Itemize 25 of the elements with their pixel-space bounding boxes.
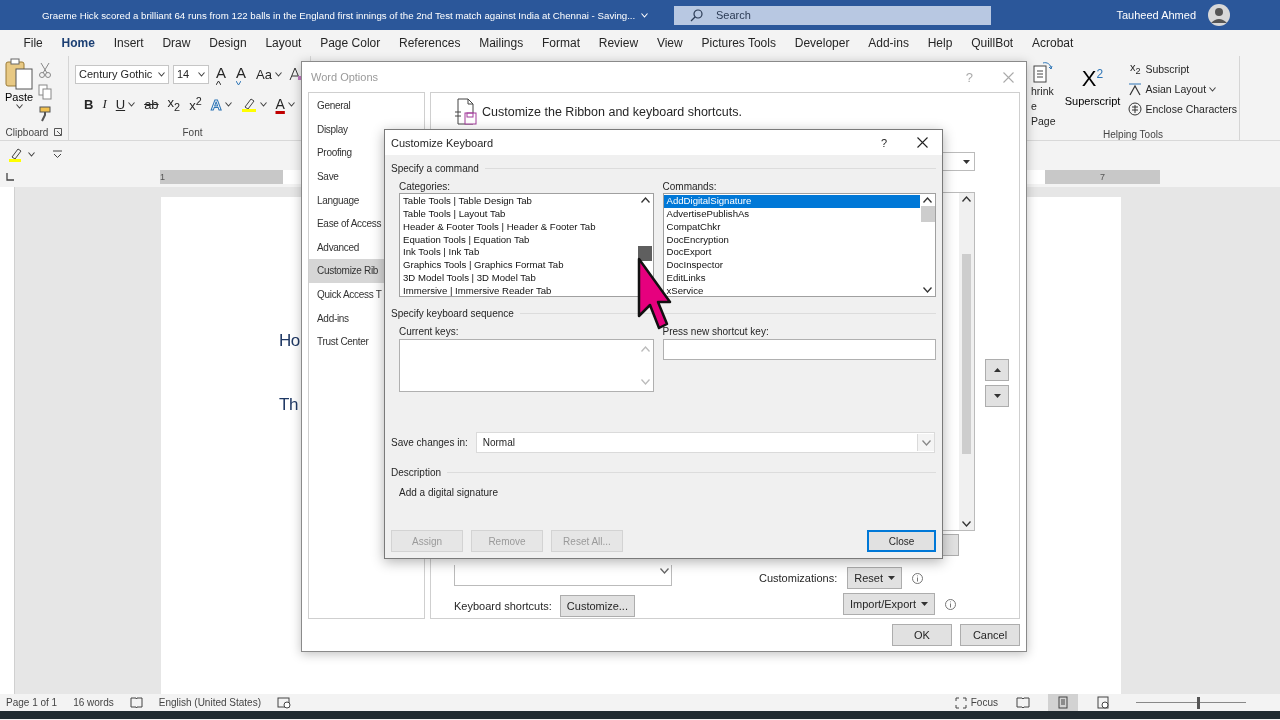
section-title: Description — [391, 466, 442, 478]
button-label: e Page — [1031, 99, 1057, 129]
section-title: Specify a command — [391, 162, 479, 174]
button-label: hrink — [1031, 84, 1054, 99]
field-label: Customizations: — [759, 572, 838, 584]
document-text: Th — [279, 395, 298, 415]
field-label: Commands: — [662, 180, 718, 192]
ruler-number: 7 — [1100, 172, 1105, 182]
field-label: Current keys: — [399, 325, 460, 337]
field-label: Keyboard shortcuts: — [454, 600, 552, 612]
dialog-title: Word Options — [311, 71, 379, 83]
section-title: Specify keyboard sequence — [391, 307, 514, 319]
field-label: Save changes in: — [391, 437, 468, 448]
field-label: Categories: — [399, 180, 452, 192]
section-heading: Customize the Ribbon and keyboard shortcuts. — [482, 105, 742, 119]
description-text: Add a digital signature — [398, 487, 499, 498]
group-label: Font — [182, 126, 203, 138]
dialog-title: Customize Keyboard — [391, 136, 494, 149]
field-label: Press new shortcut key: — [662, 325, 770, 337]
document-text: Ho — [279, 331, 300, 351]
ruler-number: 1 — [160, 172, 165, 182]
group-label: Clipboard — [5, 126, 49, 138]
group-label: Helping Tools — [1103, 129, 1163, 140]
user-name: Tauheed Ahmed — [1116, 9, 1196, 21]
document-title: Graeme Hick scored a brilliant 64 runs from 122 balls in the England first innings of the 2nd Test match against India at Chennai - Saving... — [42, 9, 636, 21]
